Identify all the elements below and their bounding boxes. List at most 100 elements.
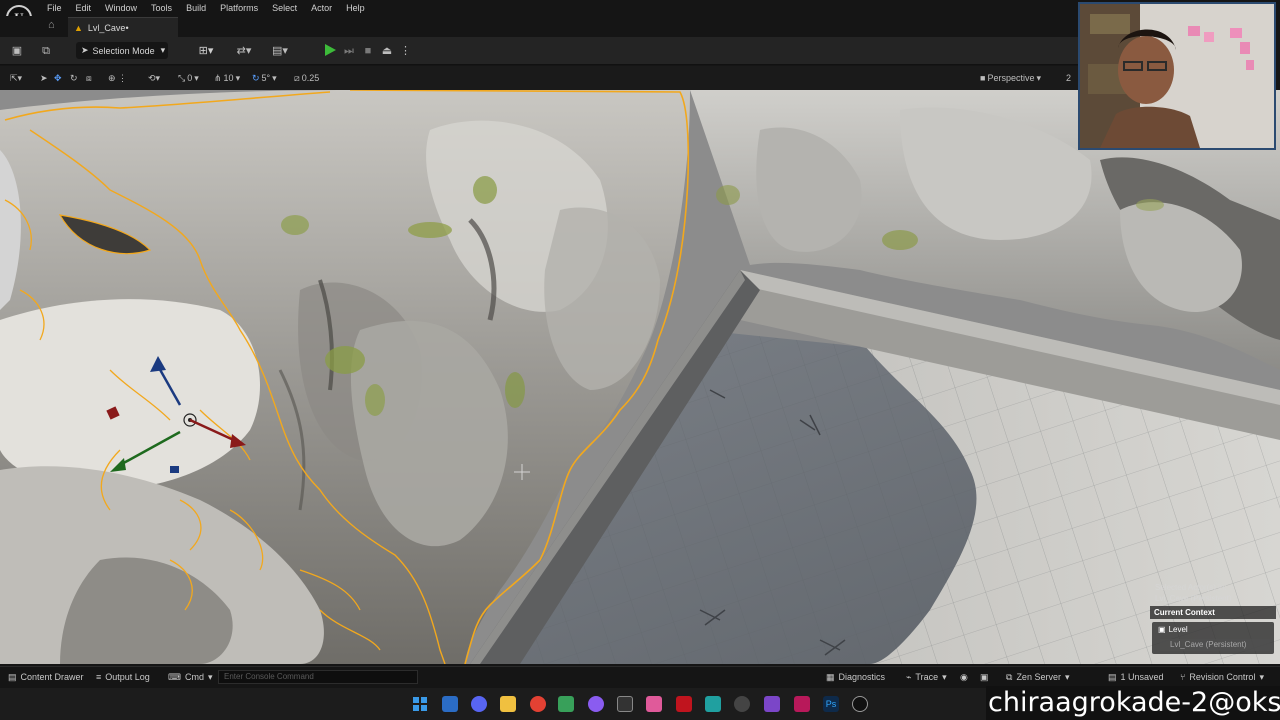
spreadsheet-icon[interactable] [558, 696, 574, 712]
play-icon[interactable] [322, 42, 338, 58]
rotation-snap[interactable]: ↻ 5° ▾ [252, 71, 277, 85]
trace-dropdown[interactable]: ⌁ Trace ▾ [906, 671, 947, 684]
app-icon[interactable] [646, 696, 662, 712]
blueprint-icon[interactable]: ⇄▾ [230, 43, 258, 59]
unsaved-label: 1 Unsaved [1120, 672, 1164, 682]
pdf-icon[interactable] [676, 696, 692, 712]
diagnostics-icon: ▦ [826, 672, 835, 682]
context-level-dropdown[interactable]: Lvl_Cave (Persistent) [1160, 639, 1270, 651]
selected-actor-info: Selected Actor(s) in: Lvl_Cave (Persiste… [1155, 582, 1231, 604]
rotation-snap-value: 5° [261, 73, 271, 83]
outlook-icon[interactable] [442, 696, 458, 712]
zen-server-dropdown[interactable]: ⧉ Zen Server ▾ [1006, 671, 1070, 684]
add-actor-icon[interactable]: ⊞▾ [194, 43, 218, 59]
cursor-icon: ➤ [81, 45, 89, 55]
level-viewport[interactable] [0, 90, 1280, 664]
cmd-dropdown[interactable]: ⌨ Cmd ▾ [168, 671, 213, 684]
context-level-section[interactable]: ▣ Level Lvl_Cave (Persistent) [1152, 622, 1274, 654]
cmd-icon: ⌨ [168, 672, 181, 682]
webcam-overlay [1078, 2, 1276, 150]
eject-icon[interactable]: ⏏ [380, 43, 394, 59]
trace-label: Trace [915, 672, 939, 682]
zen-server-label: Zen Server [1016, 672, 1061, 682]
snapshot-icon[interactable]: ▣ [980, 671, 989, 684]
diagnostics-button[interactable]: ▦ Diagnostics [826, 671, 885, 684]
grid-snap[interactable]: ⋔ 10 ▾ [214, 71, 240, 85]
step-icon[interactable]: ⏭ [342, 43, 356, 59]
output-log-icon: ≡ [96, 672, 102, 682]
rotation-snap-icon: ↻ [252, 73, 260, 83]
select-tool-icon[interactable]: ➤ [40, 71, 48, 85]
menu-window[interactable]: Window [98, 2, 144, 14]
viewport-extra-label: 2 [1066, 73, 1072, 83]
tab-level-label: Lvl_Cave• [87, 22, 129, 33]
unsaved-button[interactable]: ▤ 1 Unsaved [1108, 671, 1164, 684]
app2-icon[interactable] [794, 696, 810, 712]
calculator-icon[interactable] [705, 696, 721, 712]
content-drawer-button[interactable]: ▤ Content Drawer [8, 671, 84, 684]
menu-file[interactable]: File [40, 2, 69, 14]
menu-help[interactable]: Help [339, 2, 372, 14]
output-log-label: Output Log [105, 672, 150, 682]
terminal-icon[interactable] [617, 696, 633, 712]
context-level-row: ▣ Level [1158, 624, 1188, 635]
translate-snap[interactable]: ⤡ 0 ▾ [178, 71, 199, 85]
save-icon[interactable]: ▣ [10, 43, 24, 59]
menu-build[interactable]: Build [179, 2, 213, 14]
unreal-engine-taskbar-icon[interactable] [852, 696, 868, 712]
cmd-label: Cmd [185, 672, 205, 682]
content-drawer-icon: ▤ [8, 672, 17, 682]
output-log-button[interactable]: ≡ Output Log [96, 671, 150, 684]
menu-edit[interactable]: Edit [69, 2, 99, 14]
upi-watermark: chiraagrokade-2@oksbi [986, 686, 1280, 720]
revision-control-dropdown[interactable]: ⑂ Revision Control ▾ [1180, 671, 1264, 684]
menu-platforms[interactable]: Platforms [213, 2, 265, 14]
translate-snap-value: 0 [187, 73, 193, 83]
viewport-extra[interactable]: 2 [1066, 71, 1071, 85]
rotate-tool-icon[interactable]: ↻ [70, 71, 78, 85]
selection-mode-label: Selection Mode [92, 45, 155, 56]
obs-icon[interactable] [734, 696, 750, 712]
viewport-options-icon[interactable]: ⇱▾ [10, 71, 22, 85]
stop-icon[interactable]: ■ [362, 43, 374, 59]
browse-icon[interactable]: ⧉ [38, 43, 54, 59]
content-drawer-label: Content Drawer [20, 672, 84, 682]
record-icon[interactable]: ◉ [960, 671, 968, 684]
selected-actor-line2: Lvl_Cave (Persistent) [1155, 594, 1232, 603]
world-local-icon[interactable]: ⊕ ⋮ [108, 71, 127, 85]
perspective-dropdown[interactable]: ■ Perspective ▾ [980, 71, 1041, 85]
current-context-header: Current Context [1150, 606, 1276, 619]
selected-actor-line1: Selected Actor(s) in: [1155, 583, 1227, 592]
scale-tool-icon[interactable]: ⧈ [86, 71, 92, 85]
chrome-icon[interactable] [530, 696, 546, 712]
menu-actor[interactable]: Actor [304, 2, 339, 14]
file-explorer-icon[interactable] [500, 696, 516, 712]
windows-start-icon[interactable] [412, 696, 428, 712]
discord-icon[interactable] [471, 696, 487, 712]
translate-snap-icon: ⤡ [178, 73, 186, 83]
surface-snap-icon[interactable]: ⟲▾ [148, 71, 160, 85]
menu-tools[interactable]: Tools [144, 2, 179, 14]
webcam-feed-image [1080, 4, 1274, 148]
console-command-input[interactable]: Enter Console Command [218, 670, 418, 684]
viewport-toolbar [0, 66, 1080, 90]
camera-icon: ■ [980, 73, 986, 83]
translate-tool-icon[interactable]: ✥ [54, 71, 62, 85]
tab-level[interactable]: ▲ Lvl_Cave• [68, 17, 178, 37]
viewport-scene [0, 90, 1280, 664]
chevron-down-icon: ▾ [160, 45, 166, 55]
home-icon[interactable]: ⌂ [48, 20, 60, 31]
revision-control-label: Revision Control [1189, 672, 1256, 682]
scale-snap[interactable]: ⧄ 0.25 [294, 71, 319, 85]
cinematics-icon[interactable]: ▤▾ [266, 43, 294, 59]
revision-control-icon: ⑂ [1180, 672, 1186, 682]
selection-mode-dropdown[interactable]: ➤ Selection Mode ▾ [76, 42, 168, 59]
level-icon: ▣ [1158, 625, 1166, 634]
zen-server-icon: ⧉ [1006, 672, 1013, 682]
visual-studio-icon[interactable] [764, 696, 780, 712]
menu-select[interactable]: Select [265, 2, 304, 14]
github-icon[interactable] [588, 696, 604, 712]
grid-size-value: 10 [223, 73, 234, 83]
play-options-icon[interactable]: ⋮ [400, 43, 411, 59]
photoshop-icon[interactable]: Ps [823, 696, 839, 712]
